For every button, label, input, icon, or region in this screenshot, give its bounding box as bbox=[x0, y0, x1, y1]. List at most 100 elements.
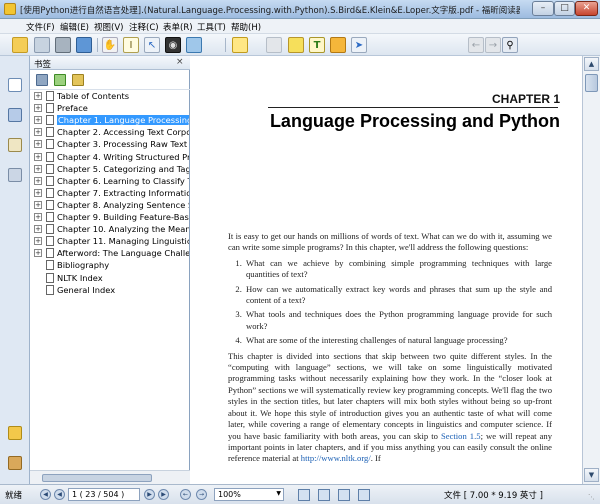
typewriter-icon[interactable]: T bbox=[309, 37, 325, 53]
paragraph-text: This chapter is divided into sections th… bbox=[228, 350, 552, 441]
single-page-view-icon[interactable] bbox=[298, 489, 310, 501]
bookmark-label: NLTK Index bbox=[57, 272, 103, 283]
resize-grip-icon[interactable]: ⋱ bbox=[588, 493, 598, 503]
last-page-icon[interactable]: ▶ bbox=[158, 489, 169, 500]
expand-icon[interactable]: + bbox=[34, 237, 42, 246]
expand-icon[interactable]: + bbox=[34, 176, 42, 185]
zoom-select[interactable]: 100% ▼ bbox=[214, 488, 284, 501]
bookmark-item[interactable]: Bibliography bbox=[30, 259, 190, 271]
print-icon[interactable] bbox=[55, 37, 71, 53]
expand-icon[interactable]: + bbox=[34, 200, 42, 209]
menu-comment[interactable]: 注释(C) bbox=[129, 21, 159, 33]
bookmark-item[interactable]: + Chapter 3. Processing Raw Text bbox=[30, 138, 190, 150]
expand-icon[interactable]: + bbox=[34, 225, 42, 234]
bookmark-item[interactable]: General Index bbox=[30, 284, 190, 296]
comment-icon[interactable] bbox=[330, 37, 346, 53]
bookmark-item[interactable]: NLTK Index bbox=[30, 272, 190, 284]
bookmark-page-icon bbox=[46, 248, 54, 259]
menu-tools[interactable]: 工具(T) bbox=[197, 21, 226, 33]
bookmark-page-icon bbox=[46, 284, 54, 295]
bookmark-item[interactable]: + Chapter 7. Extracting Information from … bbox=[30, 187, 190, 199]
scrollbar-thumb[interactable] bbox=[585, 74, 598, 92]
select-annotation-icon[interactable]: ↖ bbox=[144, 37, 160, 53]
next-page-icon[interactable]: ▶ bbox=[144, 489, 155, 500]
expand-icon[interactable]: + bbox=[34, 249, 42, 258]
arrow-icon[interactable]: ➤ bbox=[351, 37, 367, 53]
menu-file[interactable]: 文件(F) bbox=[26, 21, 55, 33]
snapshot-icon[interactable] bbox=[186, 37, 202, 53]
collapse-bookmarks-icon[interactable] bbox=[72, 74, 84, 86]
expand-icon[interactable]: + bbox=[34, 116, 42, 125]
expand-icon[interactable]: + bbox=[34, 92, 42, 100]
find-icon[interactable]: ◉ bbox=[165, 37, 181, 53]
annotations-panel-icon[interactable] bbox=[8, 138, 22, 152]
bookmark-page-icon bbox=[46, 272, 54, 283]
attachments-panel-icon[interactable] bbox=[8, 456, 22, 470]
note-icon[interactable] bbox=[232, 37, 248, 53]
expand-icon[interactable]: + bbox=[34, 188, 42, 197]
bookmarks-horizontal-scrollbar[interactable] bbox=[30, 470, 190, 484]
pages-panel-icon[interactable] bbox=[8, 108, 22, 122]
highlight-icon[interactable] bbox=[288, 37, 304, 53]
bookmark-item[interactable]: + Chapter 2. Accessing Text Corpora and L… bbox=[30, 126, 190, 138]
bookmark-item[interactable]: + Chapter 10. Analyzing the Meaning of Se… bbox=[30, 223, 190, 235]
previous-page-icon[interactable]: ◀ bbox=[54, 489, 65, 500]
select-text-icon[interactable]: I bbox=[123, 37, 139, 53]
section-link[interactable]: Section 1.5 bbox=[441, 431, 481, 441]
zoom-icon[interactable]: ⚲ bbox=[502, 37, 518, 53]
bookmark-item[interactable]: + Chapter 8. Analyzing Sentence Structure bbox=[30, 199, 190, 211]
bookmark-page-icon bbox=[46, 236, 54, 247]
delete-bookmark-icon[interactable] bbox=[36, 74, 48, 86]
facing-view-icon[interactable] bbox=[338, 489, 350, 501]
menu-edit[interactable]: 编辑(E) bbox=[60, 21, 89, 33]
expand-icon[interactable]: + bbox=[34, 128, 42, 137]
search-prev-icon[interactable]: ← bbox=[468, 37, 484, 53]
bookmark-item[interactable]: + Chapter 11. Managing Linguistic Data bbox=[30, 235, 190, 247]
layers-panel-icon[interactable] bbox=[8, 168, 22, 182]
scroll-up-icon[interactable]: ▲ bbox=[584, 57, 599, 71]
bookmarks-panel-icon[interactable] bbox=[8, 78, 22, 92]
expand-icon[interactable]: + bbox=[34, 213, 42, 221]
bookmark-item[interactable]: + Chapter 5. Categorizing and Tagging Wor… bbox=[30, 163, 190, 175]
menu-form[interactable]: 表单(R) bbox=[163, 21, 193, 33]
comments-panel-icon[interactable] bbox=[8, 426, 22, 440]
bookmark-item[interactable]: + Afterword: The Language Challenge bbox=[30, 247, 190, 259]
zoom-dropdown-icon[interactable]: ▼ bbox=[276, 490, 281, 497]
bookmark-item[interactable]: + Chapter 9. Building Feature-Based Gramm… bbox=[30, 211, 190, 223]
bookmark-item[interactable]: + Chapter 1. Language Processing and Pyth… bbox=[30, 114, 190, 126]
url-link[interactable]: http://www.nltk.org/ bbox=[301, 453, 371, 463]
first-page-icon[interactable]: ◀ bbox=[40, 489, 51, 500]
stamp-icon[interactable] bbox=[266, 37, 282, 53]
menu-help[interactable]: 帮助(H) bbox=[231, 21, 261, 33]
bookmarks-close-button[interactable]: × bbox=[176, 57, 184, 67]
page-number-field[interactable]: 1 ( 23 / 504 ) bbox=[68, 488, 140, 501]
back-icon[interactable]: ← bbox=[180, 489, 191, 500]
bookmark-item[interactable]: + Chapter 4. Writing Structured Programs bbox=[30, 151, 190, 163]
email-icon[interactable] bbox=[76, 37, 92, 53]
scrollbar-thumb[interactable] bbox=[42, 474, 152, 482]
document-view[interactable]: CHAPTER 1 Language Processing and Python… bbox=[190, 56, 582, 484]
search-next-icon[interactable]: → bbox=[485, 37, 501, 53]
bookmark-item[interactable]: + Preface bbox=[30, 102, 190, 114]
vertical-scrollbar[interactable]: ▲ ▼ bbox=[582, 56, 600, 484]
forward-icon[interactable]: → bbox=[196, 489, 207, 500]
minimize-button[interactable]: – bbox=[532, 1, 554, 16]
continuous-view-icon[interactable] bbox=[318, 489, 330, 501]
navigation-strip bbox=[0, 56, 30, 484]
expand-bookmarks-icon[interactable] bbox=[54, 74, 66, 86]
bookmark-item[interactable]: + Chapter 6. Learning to Classify Text bbox=[30, 175, 190, 187]
open-folder-icon[interactable] bbox=[12, 37, 28, 53]
scroll-down-icon[interactable]: ▼ bbox=[584, 468, 599, 482]
expand-icon[interactable]: + bbox=[34, 140, 42, 149]
expand-icon[interactable]: + bbox=[34, 152, 42, 161]
save-icon[interactable] bbox=[34, 37, 50, 53]
maximize-button[interactable]: □ bbox=[554, 1, 575, 16]
expand-icon[interactable]: + bbox=[34, 164, 42, 173]
close-button[interactable]: ✕ bbox=[575, 1, 598, 16]
expand-icon[interactable]: + bbox=[34, 104, 42, 113]
bookmark-item[interactable]: + Table of Contents bbox=[30, 90, 190, 102]
hand-tool-icon[interactable]: ✋ bbox=[102, 37, 118, 53]
menu-view[interactable]: 视图(V) bbox=[94, 21, 123, 33]
continuous-facing-view-icon[interactable] bbox=[358, 489, 370, 501]
list-item: What are some of the interesting challen… bbox=[244, 335, 552, 346]
